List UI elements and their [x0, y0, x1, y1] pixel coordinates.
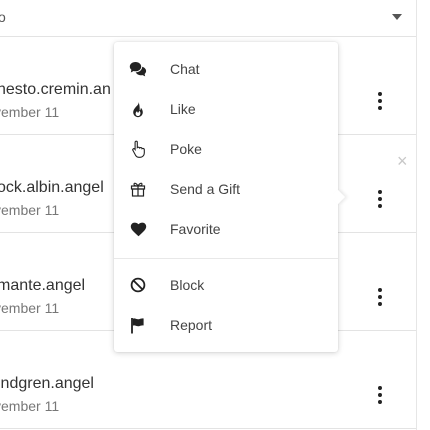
menu-item-label: Chat: [170, 61, 200, 77]
scrollbar[interactable]: [416, 0, 430, 430]
flame-icon: [129, 100, 147, 118]
menu-item-label: Poke: [170, 141, 202, 157]
menu-item-poke[interactable]: Poke: [114, 130, 338, 170]
close-icon[interactable]: ×: [397, 152, 408, 170]
menu-item-chat[interactable]: Chat: [114, 50, 338, 90]
hand-pointer-icon: [129, 140, 147, 158]
more-options-icon[interactable]: [374, 288, 386, 306]
menu-item-label: Report: [170, 317, 213, 333]
chat-icon: [129, 60, 147, 78]
block-icon: [129, 276, 147, 294]
filter-select-value: o: [0, 9, 6, 25]
menu-item-report[interactable]: Report: [114, 306, 338, 346]
menu-item-label: Send a Gift: [170, 181, 241, 197]
menu-item-label: Favorite: [170, 221, 221, 237]
user-date: vember 11: [0, 202, 60, 218]
more-options-icon[interactable]: [374, 386, 386, 404]
user-date: vember 11: [0, 104, 60, 120]
filter-select[interactable]: o: [0, 0, 416, 37]
flag-icon: [129, 316, 147, 334]
menu-item-block[interactable]: Block: [114, 266, 338, 306]
caret-down-icon[interactable]: [392, 14, 402, 20]
user-name[interactable]: indgren.angel: [0, 375, 94, 393]
user-actions-menu: Chat Like Poke Send a Gift Favorite Bloc…: [114, 42, 346, 352]
more-options-icon[interactable]: [374, 92, 386, 110]
menu-divider: [114, 258, 338, 259]
menu-item-label: Like: [170, 101, 196, 117]
user-date: vember 11: [0, 300, 60, 316]
menu-item-label: Block: [170, 277, 205, 293]
user-name[interactable]: nesto.cremin.an: [0, 81, 111, 99]
user-date: vember 11: [0, 398, 60, 414]
user-name[interactable]: mante.angel: [0, 277, 85, 295]
more-options-icon[interactable]: [374, 190, 386, 208]
heart-icon: [129, 220, 147, 238]
menu-item-send-gift[interactable]: Send a Gift: [114, 170, 338, 210]
gift-icon: [129, 180, 147, 198]
menu-item-like[interactable]: Like: [114, 90, 338, 130]
menu-item-favorite[interactable]: Favorite: [114, 210, 338, 250]
user-name[interactable]: ock.albin.angel: [0, 179, 104, 197]
